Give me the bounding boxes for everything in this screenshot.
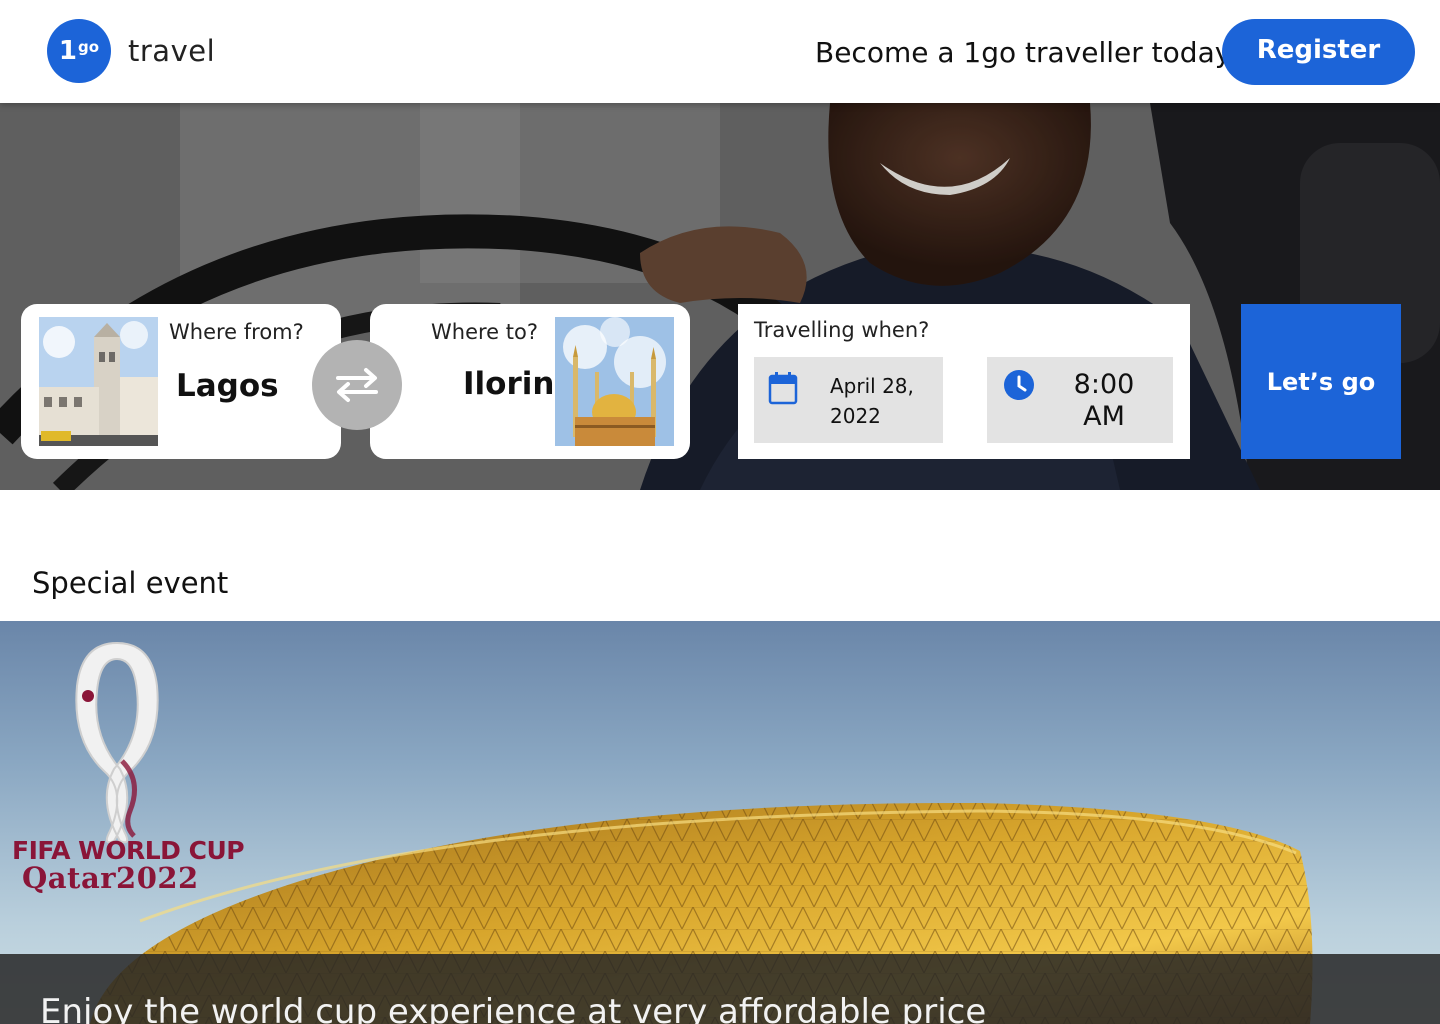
logo-go: go [78,38,100,56]
date-picker[interactable]: April 28, 2022 [754,357,943,443]
special-event-heading: Special event [32,566,229,600]
time-picker[interactable]: 8:00 AM [987,357,1173,443]
world-cup-banner[interactable]: FIFA WORLD CUP Qatar2022 Enjoy the world… [0,621,1440,1024]
clock-icon [1004,370,1034,400]
search-submit-button[interactable]: Let’s go [1241,304,1401,459]
fifa-logo-line2: Qatar2022 [22,861,199,895]
travel-date-card: Travelling when? April 28, 2022 8:00 AM [738,304,1190,459]
date-line-1: April 28, [830,374,914,398]
selected-time: 8:00 AM [1049,369,1159,433]
selected-date: April 28, 2022 [830,371,940,431]
top-navbar: 1 go travel Become a 1go traveller today… [0,0,1440,103]
swap-arrows-icon [336,368,378,402]
origin-city[interactable]: Lagos [176,368,279,404]
signup-tagline: Become a 1go traveller today [815,36,1232,69]
travel-date-label: Travelling when? [754,318,930,342]
destination-city[interactable]: Ilorin [463,366,554,402]
destination-label: Where to? [431,320,538,344]
register-button[interactable]: Register [1222,19,1415,85]
origin-card[interactable]: Where from? Lagos [21,304,341,459]
origin-label: Where from? [169,320,304,344]
calendar-icon [768,372,798,405]
banner-caption-bar: Enjoy the world cup experience at very a… [0,954,1440,1024]
time-line-1: 8:00 [1073,369,1135,400]
date-line-2: 2022 [830,404,881,428]
ilorin-photo [555,317,674,446]
time-line-2: AM [1083,401,1125,432]
banner-caption: Enjoy the world cup experience at very a… [40,992,987,1024]
brand-name: travel [128,34,216,68]
logo-one: 1 [58,36,78,66]
brand-logo[interactable]: 1 go [47,19,111,83]
destination-card[interactable]: Where to? Ilorin [370,304,690,459]
lagos-photo [39,317,158,446]
swap-button[interactable] [312,340,402,430]
